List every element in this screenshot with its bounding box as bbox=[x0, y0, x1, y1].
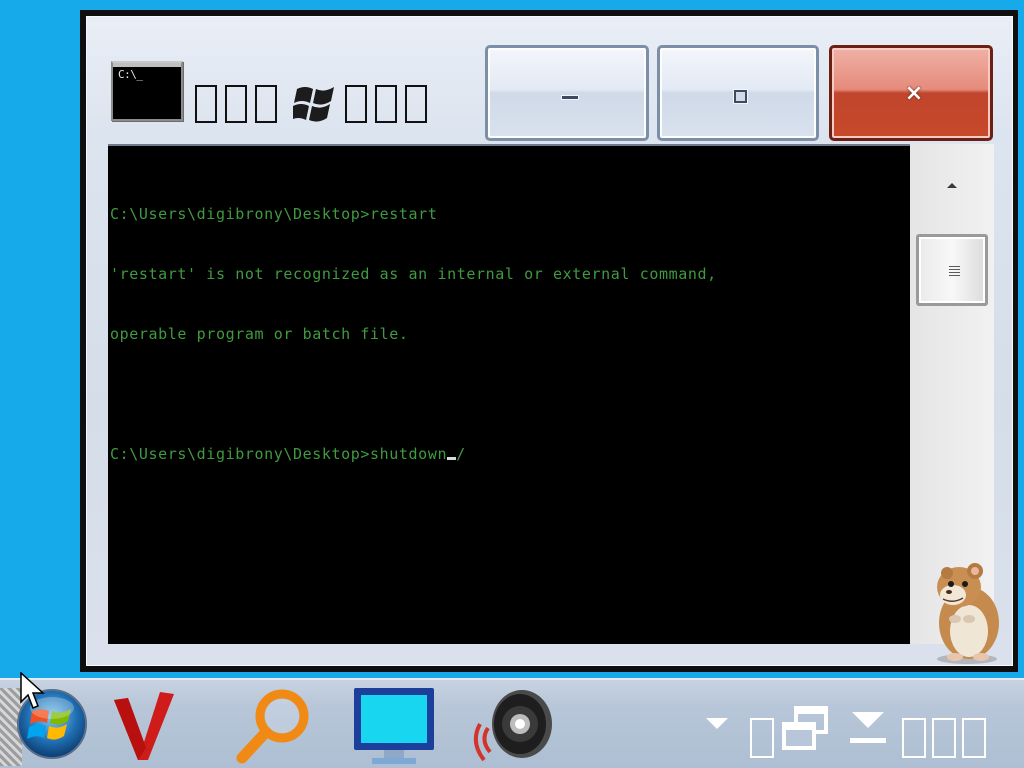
mouse-pointer-icon bbox=[20, 672, 45, 709]
title-glyph-box bbox=[225, 85, 247, 123]
maximize-icon bbox=[733, 89, 748, 104]
vivaldi-icon[interactable] bbox=[112, 690, 178, 762]
title-glyph-box bbox=[405, 85, 427, 123]
title-glyph-box bbox=[345, 85, 367, 123]
magnifier-icon[interactable] bbox=[234, 688, 314, 764]
minimize-button[interactable] bbox=[485, 45, 649, 141]
console-line: operable program or batch file. bbox=[110, 325, 409, 343]
console-line: C:\Users\digibrony\Desktop>restart bbox=[110, 205, 438, 223]
title-glyph-box bbox=[255, 85, 277, 123]
command-prompt-icon[interactable]: C:\_ bbox=[111, 61, 183, 121]
icon-prompt-text: C:\_ bbox=[118, 68, 143, 81]
speaker-icon[interactable] bbox=[470, 688, 554, 766]
download-icon[interactable] bbox=[846, 710, 890, 746]
restore-windows-icon[interactable] bbox=[782, 706, 830, 752]
maximize-button[interactable] bbox=[657, 45, 819, 141]
icon-title-band bbox=[113, 63, 181, 67]
console-prompt-line[interactable]: C:\Users\digibrony\Desktop>shutdown / bbox=[110, 444, 910, 464]
grip-icon bbox=[949, 266, 960, 276]
minimize-icon bbox=[562, 96, 578, 99]
taskbar bbox=[0, 678, 1024, 768]
desktop: C:\_ × C:\Users\digibrony\Desktop>restar… bbox=[0, 0, 1024, 768]
chevron-down-icon[interactable] bbox=[706, 718, 728, 729]
windows-flag-icon bbox=[293, 87, 334, 122]
title-glyph-box bbox=[375, 85, 397, 123]
console-trailing-text: / bbox=[456, 445, 466, 463]
scroll-up-arrow-icon bbox=[947, 183, 957, 188]
title-glyph-box bbox=[195, 85, 217, 123]
tray-glyph-box bbox=[962, 718, 986, 758]
monitor-icon[interactable] bbox=[352, 686, 436, 768]
console-input-text: C:\Users\digibrony\Desktop>shutdown bbox=[110, 445, 448, 463]
close-icon: × bbox=[904, 81, 924, 106]
tray-glyph-box bbox=[750, 718, 774, 758]
text-cursor bbox=[447, 457, 457, 460]
tray-glyph-box bbox=[932, 718, 956, 758]
window-frame: C:\_ × C:\Users\digibrony\Desktop>restar… bbox=[86, 16, 1013, 666]
scrollbar-thumb[interactable] bbox=[916, 234, 988, 306]
console-output[interactable]: C:\Users\digibrony\Desktop>restart 'rest… bbox=[108, 144, 910, 644]
close-button[interactable]: × bbox=[829, 45, 993, 141]
console-line: 'restart' is not recognized as an intern… bbox=[110, 265, 717, 283]
tray-glyph-box bbox=[902, 718, 926, 758]
scroll-up-button[interactable] bbox=[910, 144, 994, 228]
hamster-icon bbox=[937, 563, 999, 664]
command-prompt-window: C:\_ × C:\Users\digibrony\Desktop>restar… bbox=[80, 10, 1018, 672]
